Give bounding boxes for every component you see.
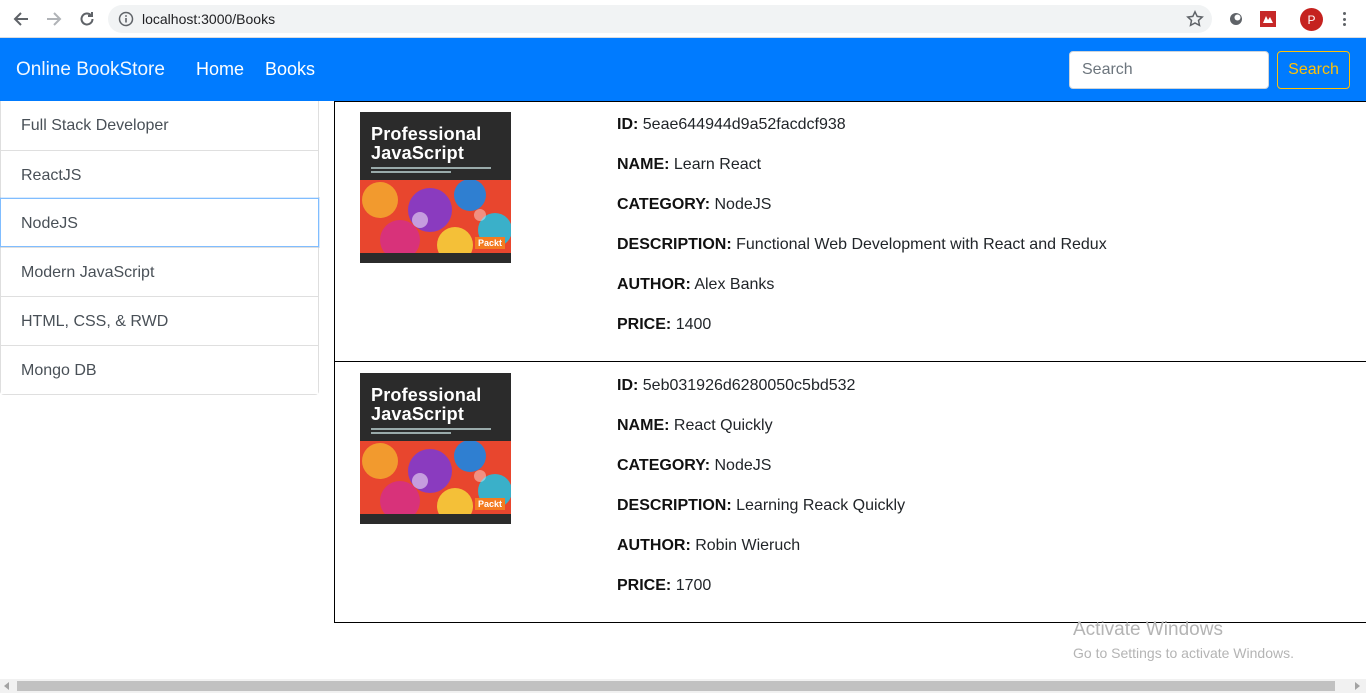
category-item-full-stack[interactable]: Full Stack Developer — [1, 101, 318, 150]
book-price-value: 1700 — [675, 577, 712, 594]
browser-menu-icon[interactable] — [1338, 9, 1350, 29]
back-arrow-icon — [13, 12, 28, 26]
search-input[interactable] — [1069, 51, 1269, 89]
bookmark-star-icon[interactable] — [1186, 10, 1204, 28]
scroll-right-arrow-icon[interactable] — [1355, 682, 1360, 690]
book-name-row: NAME: React Quickly — [617, 415, 905, 455]
name-label: NAME: — [617, 417, 670, 434]
price-label: PRICE: — [617, 577, 672, 594]
cover-subtitle-lines — [371, 167, 491, 173]
book-cover-image: Professional JavaScript Packt — [360, 373, 511, 524]
app-navbar: Online BookStore Home Books Search — [0, 38, 1366, 101]
book-description-value: Functional Web Development with React an… — [736, 236, 1107, 253]
category-item-nodejs[interactable]: NodeJS — [0, 198, 319, 247]
brand-logo[interactable]: Online BookStore — [16, 59, 165, 81]
scrollbar-thumb[interactable] — [17, 681, 1335, 691]
forward-arrow-icon — [47, 12, 62, 26]
activate-windows-watermark: Activate Windows Go to Settings to activ… — [1073, 619, 1294, 661]
book-author-row: AUTHOR: Alex Banks — [617, 274, 1107, 314]
book-price-value: 1400 — [675, 316, 712, 333]
book-author-value: Robin Wieruch — [695, 537, 801, 554]
cover-title: Professional JavaScript — [371, 385, 482, 424]
category-list: Full Stack Developer ReactJS NodeJS Mode… — [0, 101, 319, 395]
book-details: ID: 5eb031926d6280050c5bd532 NAME: React… — [617, 375, 905, 615]
book-category-value: NodeJS — [714, 457, 772, 474]
book-name-row: NAME: Learn React — [617, 154, 1107, 194]
author-label: AUTHOR: — [617, 276, 691, 293]
cover-artwork — [360, 180, 511, 263]
publisher-logo: Packt — [474, 237, 505, 249]
book-id-value: 5eb031926d6280050c5bd532 — [642, 377, 856, 394]
book-id-row: ID: 5eb031926d6280050c5bd532 — [617, 375, 905, 415]
watermark-title: Activate Windows — [1073, 619, 1223, 640]
price-label: PRICE: — [617, 316, 672, 333]
category-item-mongo-db[interactable]: Mongo DB — [1, 345, 318, 394]
book-description-value: Learning Reack Quickly — [736, 497, 906, 514]
book-description-row: DESCRIPTION: Functional Web Development … — [617, 234, 1107, 274]
profile-avatar[interactable]: P — [1300, 8, 1323, 31]
extension-circle-icon[interactable] — [1226, 9, 1246, 29]
book-category-row: CATEGORY: NodeJS — [617, 194, 1107, 234]
search-button[interactable]: Search — [1277, 51, 1350, 89]
category-item-reactjs[interactable]: ReactJS — [1, 150, 318, 199]
book-category-row: CATEGORY: NodeJS — [617, 455, 905, 495]
horizontal-scrollbar[interactable] — [0, 679, 1366, 693]
id-label: ID: — [617, 377, 639, 394]
cover-artwork — [360, 441, 511, 524]
description-label: DESCRIPTION: — [617, 236, 732, 253]
category-label: CATEGORY: — [617, 457, 711, 474]
publisher-logo: Packt — [474, 498, 505, 510]
nav-link-books[interactable]: Books — [265, 59, 315, 80]
book-author-row: AUTHOR: Robin Wieruch — [617, 535, 905, 575]
category-item-html-css-rwd[interactable]: HTML, CSS, & RWD — [1, 296, 318, 345]
book-author-value: Alex Banks — [694, 276, 775, 293]
book-name-value: Learn React — [673, 156, 762, 173]
book-id-row: ID: 5eae644944d9a52facdcf938 — [617, 114, 1107, 154]
book-cover-image: Professional JavaScript Packt — [360, 112, 511, 263]
cover-subtitle-lines — [371, 428, 491, 434]
name-label: NAME: — [617, 156, 670, 173]
author-label: AUTHOR: — [617, 537, 691, 554]
reload-button[interactable] — [75, 7, 99, 31]
book-details: ID: 5eae644944d9a52facdcf938 NAME: Learn… — [617, 114, 1107, 354]
watermark-subtitle: Go to Settings to activate Windows. — [1073, 645, 1294, 661]
category-label: CATEGORY: — [617, 196, 711, 213]
url-text: localhost:3000/Books — [142, 11, 276, 27]
forward-button[interactable] — [42, 7, 66, 31]
book-card: Professional JavaScript Packt ID: 5eb031… — [334, 361, 1366, 623]
browser-toolbar: localhost:3000/Books P — [0, 0, 1366, 38]
category-item-modern-javascript[interactable]: Modern JavaScript — [1, 247, 318, 296]
description-label: DESCRIPTION: — [617, 497, 732, 514]
reload-icon — [80, 12, 94, 26]
book-category-value: NodeJS — [714, 196, 772, 213]
nav-link-home[interactable]: Home — [196, 59, 244, 80]
scroll-left-arrow-icon[interactable] — [4, 682, 9, 690]
extension-red-icon[interactable] — [1258, 9, 1278, 29]
book-description-row: DESCRIPTION: Learning Reack Quickly — [617, 495, 905, 535]
book-name-value: React Quickly — [673, 417, 773, 434]
back-button[interactable] — [9, 7, 33, 31]
info-icon[interactable] — [118, 11, 134, 27]
book-price-row: PRICE: 1400 — [617, 314, 1107, 354]
book-price-row: PRICE: 1700 — [617, 575, 905, 615]
cover-title: Professional JavaScript — [371, 124, 482, 163]
book-id-value: 5eae644944d9a52facdcf938 — [642, 116, 846, 133]
book-card: Professional JavaScript Packt ID: 5eae64… — [334, 101, 1366, 362]
address-bar[interactable]: localhost:3000/Books — [108, 5, 1212, 33]
id-label: ID: — [617, 116, 639, 133]
